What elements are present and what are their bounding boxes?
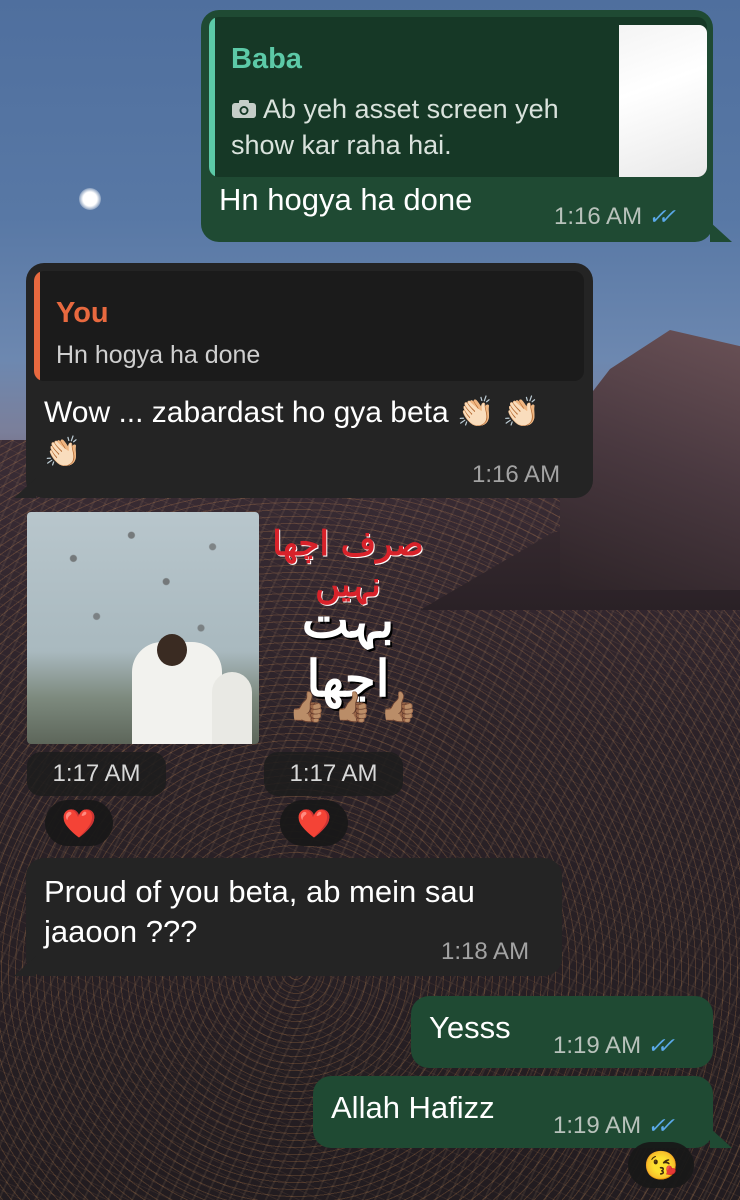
quoted-message[interactable]: Baba Ab yeh asset screen yeh show kar ra… [209,17,707,177]
message-text: Hn hogya ha done [219,182,473,217]
quoted-message[interactable]: You Hn hogya ha done [34,271,584,381]
quoted-image-thumbnail [619,25,707,177]
read-receipt-icon: ✓✓ [647,1113,675,1138]
heart-reaction[interactable]: ❤️ [280,800,348,846]
message-time: 1:18 AM [441,938,530,965]
thumbs-up-emojis: 👍🏽 👍🏽 👍🏽 [288,691,418,724]
message-time: 1:16 AM [472,461,561,488]
message-outgoing-reply[interactable]: Baba Ab yeh asset screen yeh show kar ra… [201,10,713,242]
wallpaper-moon [79,188,101,210]
message-incoming[interactable]: Proud of you beta, ab mein sau jaaoon ??… [26,858,562,976]
message-meta: 1:19 AM ✓✓ [553,1112,675,1140]
message-time: 1:19 AM [553,1032,642,1059]
message-text: Yesss [429,1010,511,1045]
message-incoming-reply[interactable]: You Hn hogya ha done Wow ... zabardast h… [26,263,593,498]
quote-text: Ab yeh asset screen yeh show kar raha ha… [231,94,559,160]
kiss-reaction[interactable]: 😘 [628,1142,694,1188]
media-time: 1:17 AM [27,752,166,796]
bubble-tail [710,222,732,242]
message-meta: 1:19 AM ✓✓ [553,1032,675,1060]
camera-icon [231,92,257,118]
photo-person-2 [212,672,252,744]
message-outgoing[interactable]: Allah Hafizz 1:19 AM ✓✓ [313,1076,713,1148]
message-time: 1:16 AM [554,203,643,230]
read-receipt-icon: ✓✓ [648,204,676,229]
quote-author: Baba [231,43,302,75]
quote-accent-bar [34,271,40,381]
quote-accent-bar [209,17,215,177]
sticker-message[interactable]: صرف اچھا نہیں بہت اچھا 👍🏽 👍🏽 👍🏽 [268,520,428,740]
photo-person-head [157,634,187,666]
message-outgoing[interactable]: Yesss 1:19 AM ✓✓ [411,996,713,1068]
sticker-time: 1:17 AM [264,752,403,796]
heart-reaction[interactable]: ❤️ [45,800,113,846]
message-meta: 1:16 AM ✓✓ [554,203,676,231]
message-text: Allah Hafizz [331,1090,495,1125]
quote-text: Hn hogya ha done [56,341,261,369]
message-time: 1:19 AM [553,1112,642,1139]
quote-author: You [56,297,109,329]
media-message-image[interactable] [27,512,259,744]
read-receipt-icon: ✓✓ [647,1033,675,1058]
